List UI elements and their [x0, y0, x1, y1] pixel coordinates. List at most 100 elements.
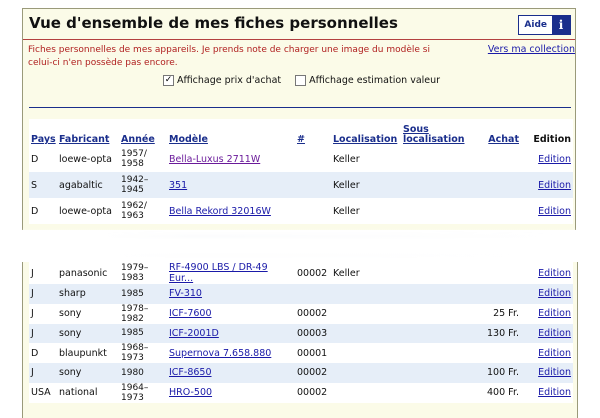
- cell-edit-link[interactable]: Edition: [521, 363, 573, 383]
- cell-model-link[interactable]: HRO-500: [167, 383, 295, 403]
- col-header-number[interactable]: #: [295, 119, 331, 146]
- cell-sublocation: [401, 383, 469, 403]
- cell-edit-link[interactable]: Edition: [521, 383, 573, 403]
- collection-link[interactable]: Vers ma collection: [488, 44, 575, 55]
- cell-purchase: [469, 262, 521, 284]
- cell-location: Keller: [333, 267, 360, 279]
- table-row: Jsony 1978– 1982 ICF-7600 00002 25 Fr. Editio…: [29, 303, 573, 324]
- title-divider: [23, 39, 575, 40]
- cell-maker: sony: [59, 327, 82, 339]
- records-table-top: Pays Fabricant Année Modèle # Localisati…: [29, 119, 573, 224]
- intro-text: Fiches personnelles de mes appareils. Je…: [28, 45, 430, 68]
- table-row: Sagabaltic 1942– 1945 351 Keller Edition: [29, 172, 573, 198]
- cell-number: 00002: [297, 267, 328, 279]
- cell-edit-link[interactable]: Edition: [521, 146, 573, 173]
- cell-edit-link[interactable]: Edition: [521, 198, 573, 224]
- cell-purchase: [469, 198, 521, 224]
- cell-purchase: 130 Fr.: [487, 327, 519, 339]
- col-header-maker[interactable]: Fabricant: [57, 119, 119, 146]
- cell-number: [295, 146, 331, 173]
- cell-model-link[interactable]: Bella-Luxus 2711W: [167, 146, 295, 173]
- cell-year: 1978– 1982: [121, 303, 149, 324]
- col-header-country[interactable]: Pays: [29, 119, 57, 146]
- cell-edit-link[interactable]: Edition: [521, 304, 573, 324]
- cell-edit-link[interactable]: Edition: [521, 262, 573, 284]
- table-row: Jsony 1980 ICF-8650 00002 100 Fr. Edition: [29, 363, 573, 383]
- cell-number: 00002: [297, 367, 328, 379]
- page-title: Vue d'ensemble de mes fiches personnelle…: [29, 14, 398, 32]
- cell-maker: agabaltic: [59, 179, 103, 191]
- cell-location: [331, 383, 401, 403]
- cell-number: 00001: [297, 347, 328, 359]
- cell-edit-link[interactable]: Edition: [521, 284, 573, 304]
- cell-model-link[interactable]: ICF-8650: [167, 363, 295, 383]
- cell-maker: national: [59, 387, 98, 398]
- cell-country: S: [31, 179, 38, 191]
- cell-year: 1980: [121, 367, 144, 378]
- cell-country: J: [31, 288, 34, 300]
- overview-panel-lower: Jpanasonic 1979– 1983 RF-4900 LBS / DR-49 …: [22, 262, 578, 418]
- cell-edit-link[interactable]: Edition: [521, 324, 573, 344]
- cell-maker: blaupunkt: [59, 347, 107, 359]
- col-header-location[interactable]: Localisation: [331, 119, 401, 146]
- cell-maker: loewe-opta: [59, 153, 112, 165]
- col-header-sublocation[interactable]: Sous localisation: [401, 119, 469, 146]
- cell-number: [295, 284, 331, 304]
- table-header-row: Pays Fabricant Année Modèle # Localisati…: [29, 119, 573, 146]
- table-row: Dloewe-opta 1957/ 1958 Bella-Luxus 2711W Ke…: [29, 145, 573, 173]
- cell-number: [295, 198, 331, 224]
- cell-location: [331, 343, 401, 363]
- help-button[interactable]: Aide i: [518, 15, 571, 35]
- fade-overlay: [0, 228, 600, 264]
- cell-country: J: [31, 327, 34, 339]
- cell-model-link[interactable]: FV-310: [167, 284, 295, 304]
- cell-year: 1957/ 1958: [121, 149, 147, 169]
- help-label[interactable]: Aide: [519, 16, 552, 34]
- col-header-year[interactable]: Année: [119, 119, 167, 146]
- cell-sublocation: [401, 304, 469, 324]
- cell-year: 1979– 1983: [121, 263, 149, 283]
- info-icon[interactable]: i: [552, 16, 570, 34]
- cell-sublocation: [401, 343, 469, 363]
- cell-model-link[interactable]: ICF-7600: [167, 304, 295, 324]
- value-estimate-label: Affichage estimation valeur: [309, 75, 441, 86]
- cell-purchase: [469, 284, 521, 304]
- display-options: ✓ Affichage prix d'achat Affichage estim…: [163, 75, 440, 86]
- cell-location: Keller: [333, 179, 360, 191]
- cell-location: Keller: [333, 153, 360, 165]
- col-header-purchase[interactable]: Achat: [469, 119, 521, 146]
- table-row: USA national 1964– 1973 HRO-500 00002 400 Fr.…: [29, 382, 573, 403]
- cell-model-link[interactable]: 351: [167, 172, 295, 198]
- option-value-estimate[interactable]: Affichage estimation valeur: [295, 75, 440, 86]
- cell-model-link[interactable]: RF-4900 LBS / DR-49 Eur...: [167, 262, 295, 284]
- cell-sublocation: [401, 146, 469, 173]
- table-row: Dblaupunkt 1968– 1973 Supernova 7.658.880 0…: [29, 343, 573, 363]
- cell-edit-link[interactable]: Edition: [521, 343, 573, 363]
- table-divider: [29, 107, 571, 108]
- cell-location: [331, 304, 401, 324]
- cell-location: [331, 284, 401, 304]
- cell-year: 1985: [121, 328, 144, 339]
- col-header-model[interactable]: Modèle: [167, 119, 295, 146]
- cell-sublocation: [401, 262, 469, 284]
- cell-purchase: [469, 172, 521, 198]
- cell-model-link[interactable]: Supernova 7.658.880: [167, 343, 295, 363]
- cell-country: J: [31, 267, 34, 279]
- cell-location: [331, 363, 401, 383]
- cell-maker: sony: [59, 308, 82, 319]
- purchase-price-label: Affichage prix d'achat: [177, 75, 282, 86]
- value-estimate-checkbox[interactable]: [295, 75, 307, 86]
- cell-maker: panasonic: [59, 267, 108, 279]
- cell-model-link[interactable]: ICF-2001D: [167, 324, 295, 344]
- cell-purchase: 100 Fr.: [487, 367, 519, 379]
- cell-maker: loewe-opta: [59, 205, 112, 217]
- cell-model-link[interactable]: Bella Rekord 32016W: [167, 198, 295, 224]
- cell-edit-link[interactable]: Edition: [521, 172, 573, 198]
- cell-number: 00002: [297, 387, 328, 398]
- cell-country: D: [31, 153, 39, 165]
- purchase-price-checkbox[interactable]: ✓: [163, 75, 174, 86]
- cell-maker: sony: [59, 367, 82, 379]
- option-purchase-price[interactable]: ✓ Affichage prix d'achat: [163, 75, 281, 86]
- cell-year: 1942– 1945: [121, 175, 149, 195]
- cell-year: 1968– 1973: [121, 343, 149, 363]
